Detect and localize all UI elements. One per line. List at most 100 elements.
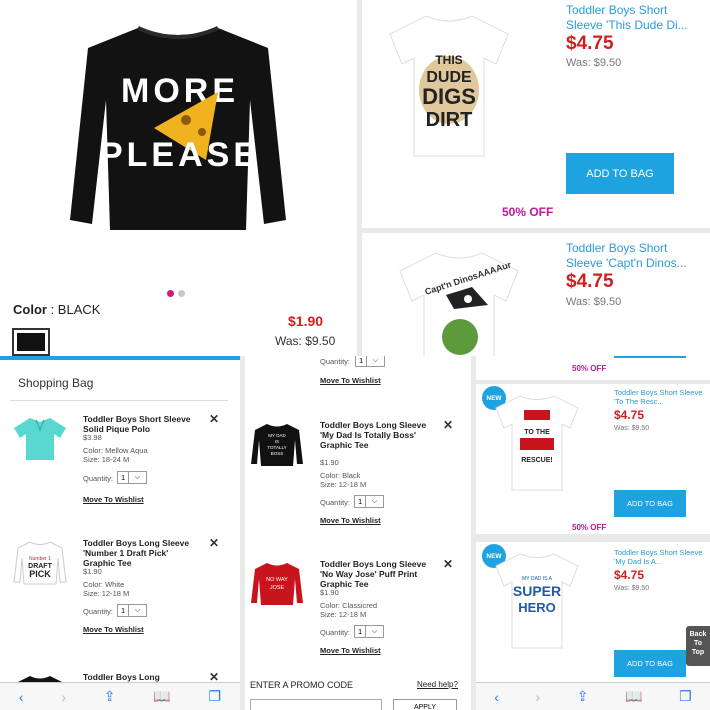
item-price: $1.90 <box>83 567 102 576</box>
tee-text-line: HERO <box>518 600 556 615</box>
quantity-label: Quantity: <box>83 607 114 616</box>
promo-code-section: ENTER A PROMO CODE Need help? APPLY <box>245 672 471 710</box>
no-way-jose-tee-image[interactable]: NO WAY JOSE <box>249 559 305 607</box>
promo-code-input[interactable] <box>250 699 382 710</box>
move-to-wishlist-link[interactable]: Move To Wishlist <box>320 516 381 525</box>
tee-text-line: JOSE <box>270 585 285 591</box>
tee-text-line: TOTALLY <box>267 445 286 450</box>
share-icon[interactable]: ⇪ <box>577 688 589 705</box>
color-label-text: Color <box>13 302 47 317</box>
item-name[interactable]: Toddler Boys Long Sleeve 'Number 1 Draft… <box>83 538 198 568</box>
quantity-value: 1 <box>355 626 367 637</box>
back-to-top-button[interactable]: Back To Top <box>686 626 710 666</box>
add-to-bag-button[interactable]: ADD TO BAG <box>614 490 686 517</box>
discount-label: 50% OFF <box>502 205 554 219</box>
browser-toolbar: ‹ › ⇪ 📖 ❐ <box>0 682 240 710</box>
forward-icon[interactable]: › <box>536 689 541 705</box>
item-size: Size: 12-18 M <box>320 610 367 619</box>
aqua-polo-image[interactable] <box>12 414 68 462</box>
super-hero-tee-image[interactable]: MY DAD IS A SUPER HERO <box>492 550 582 650</box>
move-to-wishlist-link[interactable]: Move To Wishlist <box>320 646 381 655</box>
close-icon[interactable]: ✕ <box>209 536 219 550</box>
quantity-value: 1 <box>355 496 367 507</box>
tabs-icon[interactable]: ❐ <box>679 688 692 705</box>
bag-item: NO WAY JOSE Toddler Boys Long Sleeve 'No… <box>249 557 467 669</box>
quantity-label: Quantity: <box>320 357 351 366</box>
forward-icon[interactable]: › <box>61 689 66 705</box>
tee-text-line: PICK <box>29 569 51 579</box>
tabs-icon[interactable]: ❐ <box>209 688 222 705</box>
bookmarks-icon[interactable]: 📖 <box>625 688 642 705</box>
totally-boss-tee-image[interactable]: MY DAD IS TOTALLY BOSS <box>249 420 305 468</box>
captn-dinosaur-tee-image[interactable]: Capt'n DinosAAAAur <box>396 247 522 356</box>
item-price: $3.98 <box>83 433 102 442</box>
move-to-wishlist-link[interactable]: Move To Wishlist <box>83 495 144 504</box>
quantity-select[interactable]: 1 ⌵ <box>355 356 385 367</box>
product-title[interactable]: Toddler Boys Short Sleeve 'My Dad Is A..… <box>614 548 706 566</box>
dude-digs-dirt-tee-image[interactable]: THIS DUDE DIGS DIRT <box>386 10 512 160</box>
was-price: Was: $9.50 <box>275 334 336 348</box>
carousel-dot-active[interactable] <box>167 290 174 297</box>
item-price: $1.90 <box>320 588 339 597</box>
close-icon[interactable]: ✕ <box>209 412 219 426</box>
bag-item: MY DAD IS TOTALLY BOSS Toddler Boys Long… <box>249 418 467 530</box>
sale-price: $1.90 <box>288 313 324 329</box>
quantity-select[interactable]: 1 ⌵ <box>354 495 384 508</box>
tee-text-line: IS <box>275 439 279 444</box>
tee-text-line: TO THE <box>524 429 550 436</box>
black-pizza-tee-image[interactable]: MORE PLEASE <box>68 20 288 236</box>
item-name[interactable]: Toddler Boys Long <box>83 672 198 682</box>
carousel-dot[interactable] <box>178 290 185 297</box>
product-title[interactable]: Toddler Boys Short Sleeve 'To The Resc..… <box>614 388 706 406</box>
quantity-select[interactable]: 1 ⌵ <box>354 625 384 638</box>
item-name[interactable]: Toddler Boys Long Sleeve 'No Way Jose' P… <box>320 559 435 589</box>
quantity-select[interactable]: 1 ⌵ <box>117 604 147 617</box>
close-icon[interactable]: ✕ <box>443 557 453 571</box>
color-swatch-black[interactable] <box>12 328 50 356</box>
product-card-dude-digs-dirt[interactable]: THIS DUDE DIGS DIRT Toddler Boys Short S… <box>362 0 710 228</box>
promo-code-label: ENTER A PROMO CODE <box>250 680 354 690</box>
product-card-to-the-rescue[interactable]: NEW TO THE RESCUE! Toddler Boys Short Sl… <box>476 384 710 534</box>
shopping-bag-column-1: Shopping Bag Toddler Boys Short Sleeve S… <box>0 360 240 710</box>
item-color: Color: Classicred <box>320 601 378 610</box>
draft-pick-tee-image[interactable]: Number 1 DRAFT PICK <box>12 538 68 586</box>
color-value: BLACK <box>57 302 101 317</box>
need-help-link[interactable]: Need help? <box>417 680 458 689</box>
back-to-top-text: Top <box>691 649 705 656</box>
item-name[interactable]: Toddler Boys Long Sleeve 'My Dad Is Tota… <box>320 420 435 450</box>
share-icon[interactable]: ⇪ <box>104 688 116 705</box>
back-icon[interactable]: ‹ <box>19 689 24 705</box>
product-list-column: 50% OFF NEW TO THE RESCUE! Toddler Boys … <box>476 356 710 710</box>
close-icon[interactable]: ✕ <box>443 418 453 432</box>
quantity-select[interactable]: 1 ⌵ <box>117 471 147 484</box>
item-color: Color: White <box>83 580 125 589</box>
discount-strip: 50% OFF <box>476 356 710 380</box>
tee-text-line: DIGS <box>422 84 476 109</box>
carousel-dots[interactable] <box>167 284 189 302</box>
item-color: Color: Mellow Aqua <box>83 446 148 455</box>
tee-text-line: RESCUE! <box>521 457 553 464</box>
product-was-price: Was: $9.50 <box>566 57 622 69</box>
to-the-rescue-tee-image[interactable]: TO THE RESCUE! <box>492 392 582 492</box>
button-edge <box>614 356 686 358</box>
bookmarks-icon[interactable]: 📖 <box>153 688 170 705</box>
quantity-value: 1 <box>118 472 130 483</box>
product-title[interactable]: Toddler Boys Short Sleeve 'This Dude Di.… <box>566 3 702 33</box>
apply-button[interactable]: APPLY <box>393 699 457 710</box>
move-to-wishlist-link[interactable]: Move To Wishlist <box>320 376 381 385</box>
item-price: $1.90 <box>320 458 339 467</box>
browser-toolbar: ‹ › ⇪ 📖 ❐ <box>476 682 710 710</box>
discount-label: 50% OFF <box>572 523 607 532</box>
add-to-bag-button[interactable]: ADD TO BAG <box>566 153 674 194</box>
product-title[interactable]: Toddler Boys Short Sleeve 'Capt'n Dinos.… <box>566 241 702 271</box>
item-name[interactable]: Toddler Boys Short Sleeve Solid Pique Po… <box>83 414 198 434</box>
product-card-captn-dinosaur[interactable]: Capt'n DinosAAAAur Toddler Boys Short Sl… <box>362 233 710 356</box>
product-card-super-hero[interactable]: NEW MY DAD IS A SUPER HERO Toddler Boys … <box>476 542 710 682</box>
product-was-price: Was: $9.50 <box>614 585 650 592</box>
add-to-bag-button[interactable]: ADD TO BAG <box>614 650 686 677</box>
chevron-down-icon: ⌵ <box>371 498 378 505</box>
back-icon[interactable]: ‹ <box>494 689 499 705</box>
move-to-wishlist-link[interactable]: Move To Wishlist <box>83 625 144 634</box>
shopping-bag-title: Shopping Bag <box>18 376 94 390</box>
quantity-label: Quantity: <box>320 498 351 507</box>
